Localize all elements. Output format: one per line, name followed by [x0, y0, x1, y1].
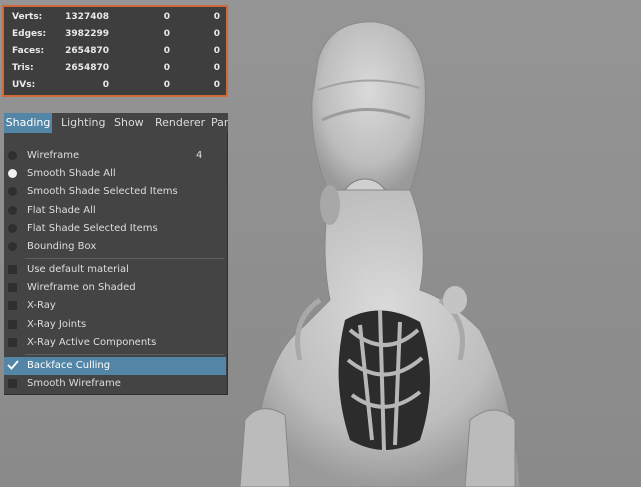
hud-row-edges: Edges: 3982299 0 0 — [4, 26, 226, 43]
menu-item-flat-shade-selected[interactable]: Flat Shade Selected Items — [4, 220, 226, 238]
menu-panels[interactable]: Panels — [211, 113, 228, 133]
hud-row-tris: Tris: 2654870 0 0 — [4, 60, 226, 77]
menu-item-smooth-shade-selected[interactable]: Smooth Shade Selected Items — [4, 183, 226, 201]
menu-item-label: Flat Shade Selected Items — [27, 223, 158, 234]
panel-menu-bar: Shading Lighting Show Renderer Panels — [4, 113, 228, 133]
hud-value: 0 — [102, 80, 109, 90]
checkbox-icon — [8, 265, 17, 274]
menu-item-label: Wireframe on Shaded — [27, 282, 136, 293]
hud-value: 2654870 — [65, 63, 109, 73]
menu-item-label: Bounding Box — [27, 241, 97, 252]
hud-label: UVs: — [12, 80, 36, 90]
menu-item-wireframe[interactable]: Wireframe 4 — [4, 147, 226, 165]
hud-label: Verts: — [12, 12, 43, 22]
hud-label: Edges: — [12, 29, 47, 39]
checkbox-icon — [8, 283, 17, 292]
hud-value: 0 — [213, 46, 220, 56]
menu-shading[interactable]: Shading — [4, 113, 52, 133]
hud-value: 1327408 — [65, 12, 109, 22]
menu-item-label: Use default material — [27, 264, 129, 275]
radio-button-icon — [8, 169, 17, 178]
hud-value: 2654870 — [65, 46, 109, 56]
menu-item-label: Smooth Shade All — [27, 168, 116, 179]
hud-label: Faces: — [12, 46, 45, 56]
radio-button-icon — [8, 206, 17, 215]
hud-row-faces: Faces: 2654870 0 0 — [4, 43, 226, 60]
menu-item-x-ray[interactable]: X-Ray — [4, 297, 226, 315]
menu-item-label: X-Ray Active Components — [27, 337, 157, 348]
checkbox-icon — [8, 338, 17, 347]
menu-item-label: Flat Shade All — [27, 205, 96, 216]
hud-value: 0 — [213, 12, 220, 22]
hud-value: 0 — [163, 12, 170, 22]
menu-item-x-ray-joints[interactable]: X-Ray Joints — [4, 316, 226, 334]
hud-value: 3982299 — [65, 29, 109, 39]
menu-item-smooth-shade-all[interactable]: Smooth Shade All — [4, 165, 226, 183]
menu-item-smooth-wireframe[interactable]: Smooth Wireframe — [4, 375, 226, 393]
menu-item-label: Smooth Shade Selected Items — [27, 186, 178, 197]
hud-row-verts: Verts: 1327408 0 0 — [4, 9, 226, 26]
poly-count-hud: Verts: 1327408 0 0 Edges: 3982299 0 0 Fa… — [2, 5, 228, 97]
menu-lighting[interactable]: Lighting — [61, 113, 105, 133]
menu-item-use-default-material[interactable]: Use default material — [4, 261, 226, 279]
radio-button-icon — [8, 224, 17, 233]
hud-value: 0 — [213, 63, 220, 73]
menu-item-bounding-box[interactable]: Bounding Box — [4, 238, 226, 256]
menu-separator — [25, 354, 224, 355]
checkbox-icon — [8, 301, 17, 310]
hud-value: 0 — [213, 29, 220, 39]
menu-item-label: Wireframe — [27, 150, 80, 161]
menu-item-wireframe-on-shaded[interactable]: Wireframe on Shaded — [4, 279, 226, 297]
menu-separator — [25, 258, 224, 259]
checkbox-icon — [8, 379, 17, 388]
menu-item-x-ray-active-components[interactable]: X-Ray Active Components — [4, 334, 226, 352]
hud-value: 0 — [163, 63, 170, 73]
shading-dropdown-menu: Wireframe 4 Smooth Shade All Smooth Shad… — [4, 133, 228, 395]
hud-row-uvs: UVs: 0 0 0 — [4, 77, 226, 94]
hud-value: 0 — [163, 46, 170, 56]
menu-item-flat-shade-all[interactable]: Flat Shade All — [4, 202, 226, 220]
checkmark-icon — [7, 360, 19, 370]
menu-item-hotkey: 4 — [196, 150, 203, 161]
menu-show[interactable]: Show — [114, 113, 144, 133]
hud-value: 0 — [163, 29, 170, 39]
hud-value: 0 — [163, 80, 170, 90]
menu-item-label: X-Ray — [27, 300, 56, 311]
checkbox-icon — [8, 320, 17, 329]
radio-button-icon — [8, 151, 17, 160]
hud-value: 0 — [213, 80, 220, 90]
radio-button-icon — [8, 187, 17, 196]
menu-item-label: Backface Culling — [27, 360, 111, 371]
menu-renderer[interactable]: Renderer — [155, 113, 205, 133]
radio-button-icon — [8, 242, 17, 251]
menu-item-backface-culling[interactable]: Backface Culling — [4, 357, 226, 375]
hud-label: Tris: — [12, 63, 34, 73]
menu-item-label: Smooth Wireframe — [27, 378, 121, 389]
menu-item-label: X-Ray Joints — [27, 319, 87, 330]
